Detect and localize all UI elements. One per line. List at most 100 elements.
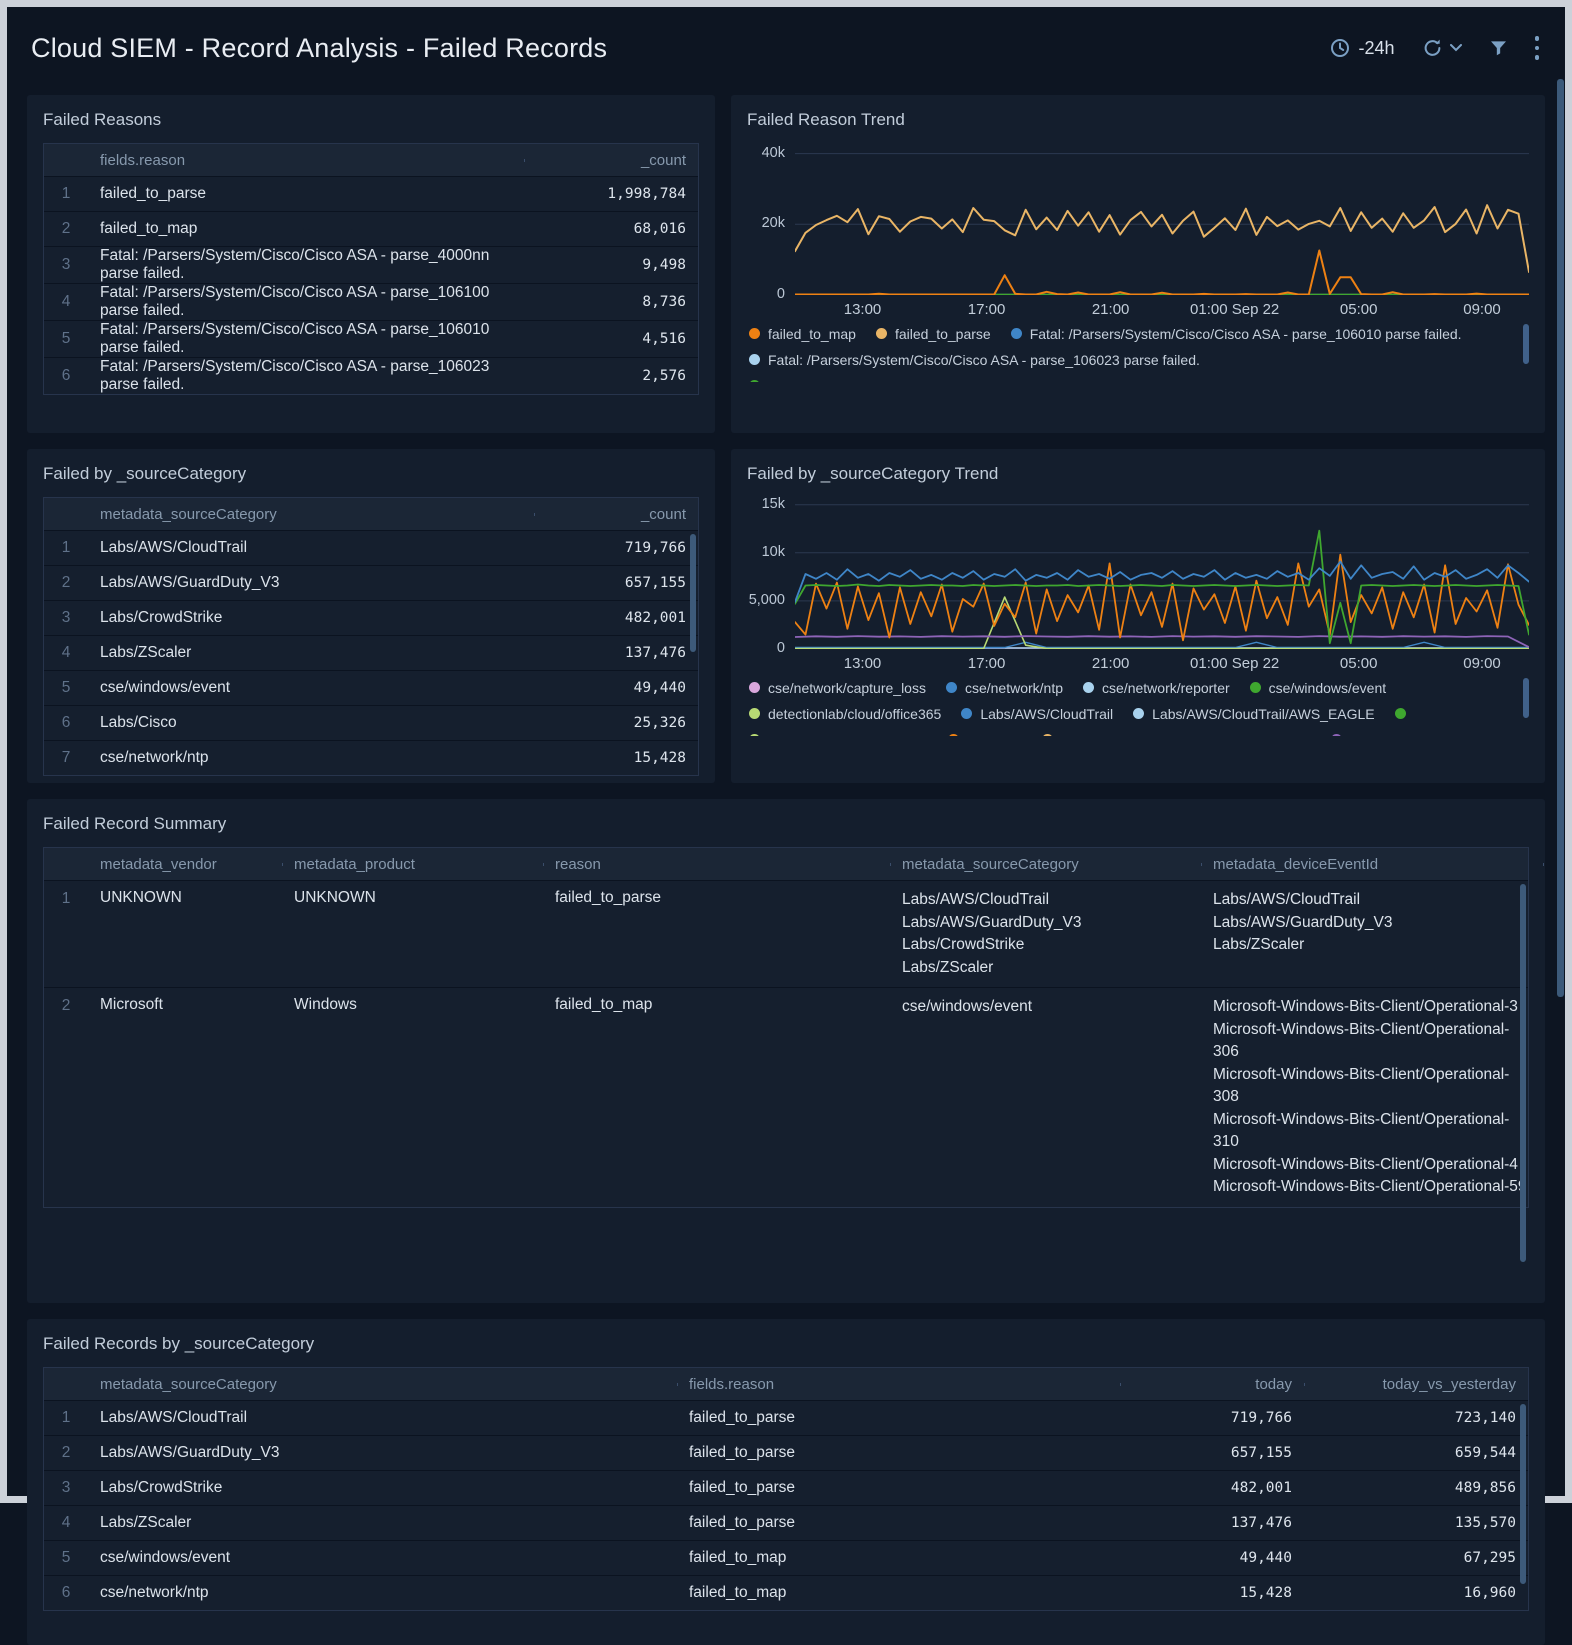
- kebab-menu-button[interactable]: [1535, 34, 1540, 63]
- table-row[interactable]: 3Labs/CrowdStrikefailed_to_parse482,0014…: [44, 1470, 1528, 1505]
- table-row[interactable]: 4Labs/ZScaler137,476: [44, 635, 698, 670]
- cell-reason: failed_to_parse: [677, 1514, 1120, 1532]
- column-header-count[interactable]: _count: [524, 152, 698, 169]
- column-header-reason[interactable]: reason: [543, 856, 890, 873]
- legend-item-clipped[interactable]: [1331, 730, 1410, 736]
- table-row[interactable]: 4Labs/ZScalerfailed_to_parse137,476135,5…: [44, 1505, 1528, 1540]
- row-index: 2: [44, 1444, 88, 1462]
- legend-dot: [749, 354, 760, 365]
- row-index: 1: [44, 889, 88, 908]
- cell-count: 657,155: [534, 575, 698, 591]
- column-header-reason[interactable]: fields.reason: [88, 152, 524, 169]
- cell-cat: Labs/AWS/CloudTrail: [88, 1409, 677, 1427]
- legend-item[interactable]: failed_to_map: [749, 324, 856, 343]
- legend-item-clipped[interactable]: [1042, 730, 1311, 736]
- legend-item-clipped[interactable]: [948, 730, 1022, 736]
- column-header-tvy[interactable]: today_vs_yesterday: [1304, 1376, 1528, 1393]
- table-row[interactable]: 2Labs/AWS/GuardDuty_V3failed_to_parse657…: [44, 1435, 1528, 1470]
- table-scrollbar[interactable]: [690, 534, 696, 652]
- y-tick-label: 15k: [762, 496, 785, 512]
- column-header-reason[interactable]: fields.reason: [677, 1376, 1120, 1393]
- table-row[interactable]: 2MicrosoftWindowsfailed_to_mapcse/window…: [44, 987, 1528, 1207]
- legend-scrollbar[interactable]: [1523, 324, 1529, 364]
- chart-legend: failed_to_map failed_to_parse Fatal: /Pars…: [747, 322, 1529, 382]
- column-header-eventid[interactable]: metadata_deviceEventId: [1201, 856, 1543, 873]
- column-header-cat[interactable]: metadata_sourceCategory: [88, 1376, 677, 1393]
- table-row[interactable]: 7cse/network/ntp15,428: [44, 740, 698, 775]
- cell-count: 9,498: [524, 257, 698, 273]
- column-header-today[interactable]: today: [1120, 1376, 1304, 1393]
- x-tick-label: 01:00 Sep 22: [1190, 655, 1279, 672]
- panel-title: Failed by _sourceCategory: [43, 464, 699, 484]
- legend-item[interactable]: Labs/AWS/CloudTrail/AWS_EAGLE: [1133, 704, 1375, 723]
- x-tick-label: 21:00: [1092, 301, 1130, 318]
- legend-dot: [749, 328, 760, 339]
- chevron-down-icon: [1450, 44, 1462, 52]
- legend-item[interactable]: cse/network/reporter: [1083, 678, 1230, 697]
- header-actions: -24h: [1330, 34, 1539, 63]
- panel-title: Failed Record Summary: [43, 814, 1529, 834]
- legend-dot: [749, 380, 760, 382]
- cell-cat: Labs/Cisco: [88, 714, 534, 732]
- table-row[interactable]: 1UNKNOWNUNKNOWNfailed_to_parseLabs/AWS/C…: [44, 880, 1528, 987]
- table-scrollbar[interactable]: [1520, 884, 1526, 1262]
- chart-plot-area[interactable]: [795, 497, 1529, 649]
- filter-button[interactable]: [1488, 38, 1509, 58]
- table-scrollbar[interactable]: [1520, 1404, 1526, 1584]
- table-row[interactable]: 5cse/windows/eventfailed_to_map49,44067,…: [44, 1540, 1528, 1575]
- table-row[interactable]: 6cse/network/ntpfailed_to_map15,42816,96…: [44, 1575, 1528, 1610]
- cell-cat: Labs/CrowdStrike: [88, 609, 534, 627]
- x-tick-label: 13:00: [844, 655, 882, 672]
- cell-today: 15,428: [1120, 1585, 1304, 1601]
- table-row[interactable]: 3Labs/CrowdStrike482,001: [44, 600, 698, 635]
- table-row[interactable]: 2failed_to_map68,016: [44, 211, 698, 246]
- x-tick-label: 09:00: [1463, 655, 1501, 672]
- legend-item[interactable]: cse/network/ntp: [946, 678, 1063, 697]
- legend-item-clipped[interactable]: [749, 730, 928, 736]
- legend-scrollbar[interactable]: [1523, 678, 1529, 718]
- cell-reason: failed_to_parse: [88, 185, 524, 203]
- column-header-count[interactable]: _count: [534, 506, 698, 523]
- cell-count: 1,998,784: [524, 186, 698, 202]
- cell-count: 4,516: [524, 331, 698, 347]
- table-row[interactable]: 5cse/windows/event49,440: [44, 670, 698, 705]
- x-tick-label: 21:00: [1092, 655, 1130, 672]
- legend-item[interactable]: Fatal: /Parsers/System/Cisco/Cisco ASA -…: [749, 350, 1200, 369]
- column-header-cat[interactable]: metadata_sourceCategory: [88, 506, 534, 523]
- legend-item[interactable]: Labs/AWS/CloudTrail: [961, 704, 1113, 723]
- row-index: 4: [44, 1514, 88, 1532]
- row-index: 3: [44, 256, 88, 274]
- table-row[interactable]: 6Labs/Cisco25,326: [44, 705, 698, 740]
- cell-cat: cse/windows/event: [88, 679, 534, 697]
- legend-dot: [1133, 708, 1144, 719]
- table-row[interactable]: 2Labs/AWS/GuardDuty_V3657,155: [44, 565, 698, 600]
- refresh-button[interactable]: [1421, 37, 1462, 59]
- cell-cat: cse/windows/event: [890, 996, 1201, 1019]
- legend-item[interactable]: Fatal: /Parsers/System/Cisco/Cisco ASA -…: [1011, 324, 1462, 343]
- legend-dot: [1083, 682, 1094, 693]
- table-row[interactable]: 1failed_to_parse1,998,784: [44, 176, 698, 211]
- time-range-selector[interactable]: -24h: [1330, 38, 1394, 59]
- chart-plot-area[interactable]: [795, 143, 1529, 295]
- legend-item-clipped[interactable]: [1395, 704, 1509, 723]
- table-row[interactable]: 1Labs/AWS/CloudTrail719,766: [44, 530, 698, 565]
- column-header-total[interactable]: Total: [1543, 856, 1545, 873]
- table-row[interactable]: 3Fatal: /Parsers/System/Cisco/Cisco ASA …: [44, 246, 698, 283]
- table-row[interactable]: 4Fatal: /Parsers/System/Cisco/Cisco ASA …: [44, 283, 698, 320]
- legend-item[interactable]: cse/windows/event: [1250, 678, 1387, 697]
- column-header-product[interactable]: metadata_product: [282, 856, 543, 873]
- legend-item[interactable]: failed_to_parse: [876, 324, 991, 343]
- failed-reasons-table: fields.reason_count 1failed_to_parse1,998…: [43, 143, 699, 395]
- legend-item[interactable]: cse/network/capture_loss: [749, 678, 926, 697]
- legend-item[interactable]: detectionlab/cloud/office365: [749, 704, 941, 723]
- table-row[interactable]: 1Labs/AWS/CloudTrailfailed_to_parse719,7…: [44, 1400, 1528, 1435]
- cell-today: 49,440: [1120, 1550, 1304, 1566]
- panel-failed-reasons: Failed Reasons fields.reason_count1faile…: [27, 95, 715, 433]
- legend-item-clipped[interactable]: [749, 376, 1468, 382]
- page-scrollbar[interactable]: [1557, 79, 1564, 997]
- table-row[interactable]: 5Fatal: /Parsers/System/Cisco/Cisco ASA …: [44, 320, 698, 357]
- column-header-cat[interactable]: metadata_sourceCategory: [890, 856, 1201, 873]
- column-header-vendor[interactable]: metadata_vendor: [88, 856, 282, 873]
- row-index: 1: [44, 185, 88, 203]
- table-row[interactable]: 6Fatal: /Parsers/System/Cisco/Cisco ASA …: [44, 357, 698, 394]
